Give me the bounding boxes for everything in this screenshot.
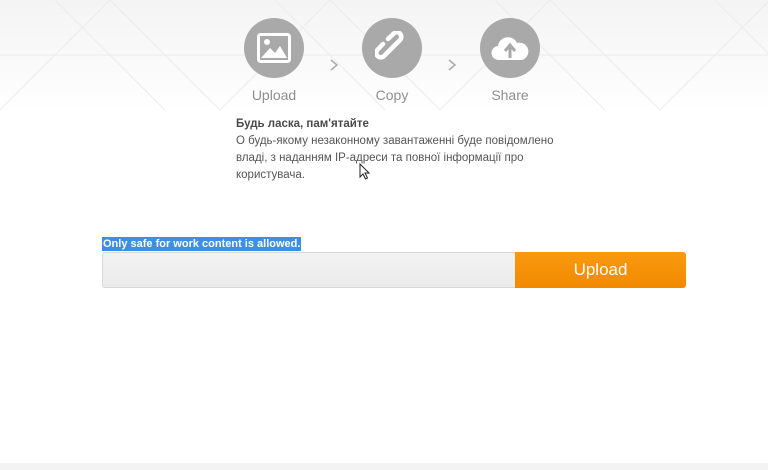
chevron-right-icon <box>448 59 457 71</box>
mouse-cursor-icon <box>359 163 371 180</box>
step-copy: Copy <box>347 18 437 103</box>
step-upload: Upload <box>229 18 319 103</box>
upload-button[interactable]: Upload <box>515 252 686 288</box>
step-label: Copy <box>375 87 409 103</box>
file-input[interactable] <box>102 252 515 288</box>
chevron-right-icon <box>330 59 339 71</box>
notice-body: О будь-якому незаконному завантаженні бу… <box>236 135 554 181</box>
cloud-upload-icon <box>480 18 540 78</box>
image-icon <box>244 18 304 78</box>
step-label: Upload <box>251 87 297 103</box>
footer-divider <box>0 463 768 470</box>
link-icon <box>362 18 422 78</box>
steps-bar: Upload Copy Share <box>0 18 768 108</box>
upload-form: Upload <box>102 252 686 288</box>
step-label: Share <box>491 87 529 103</box>
step-share: Share <box>465 18 555 103</box>
notice-title: Будь ласка, пам'ятайте <box>236 118 369 130</box>
legal-notice: Будь ласка, пам'ятайте О будь-якому неза… <box>236 116 556 184</box>
sfw-notice: Only safe for work content is allowed. <box>102 237 302 251</box>
